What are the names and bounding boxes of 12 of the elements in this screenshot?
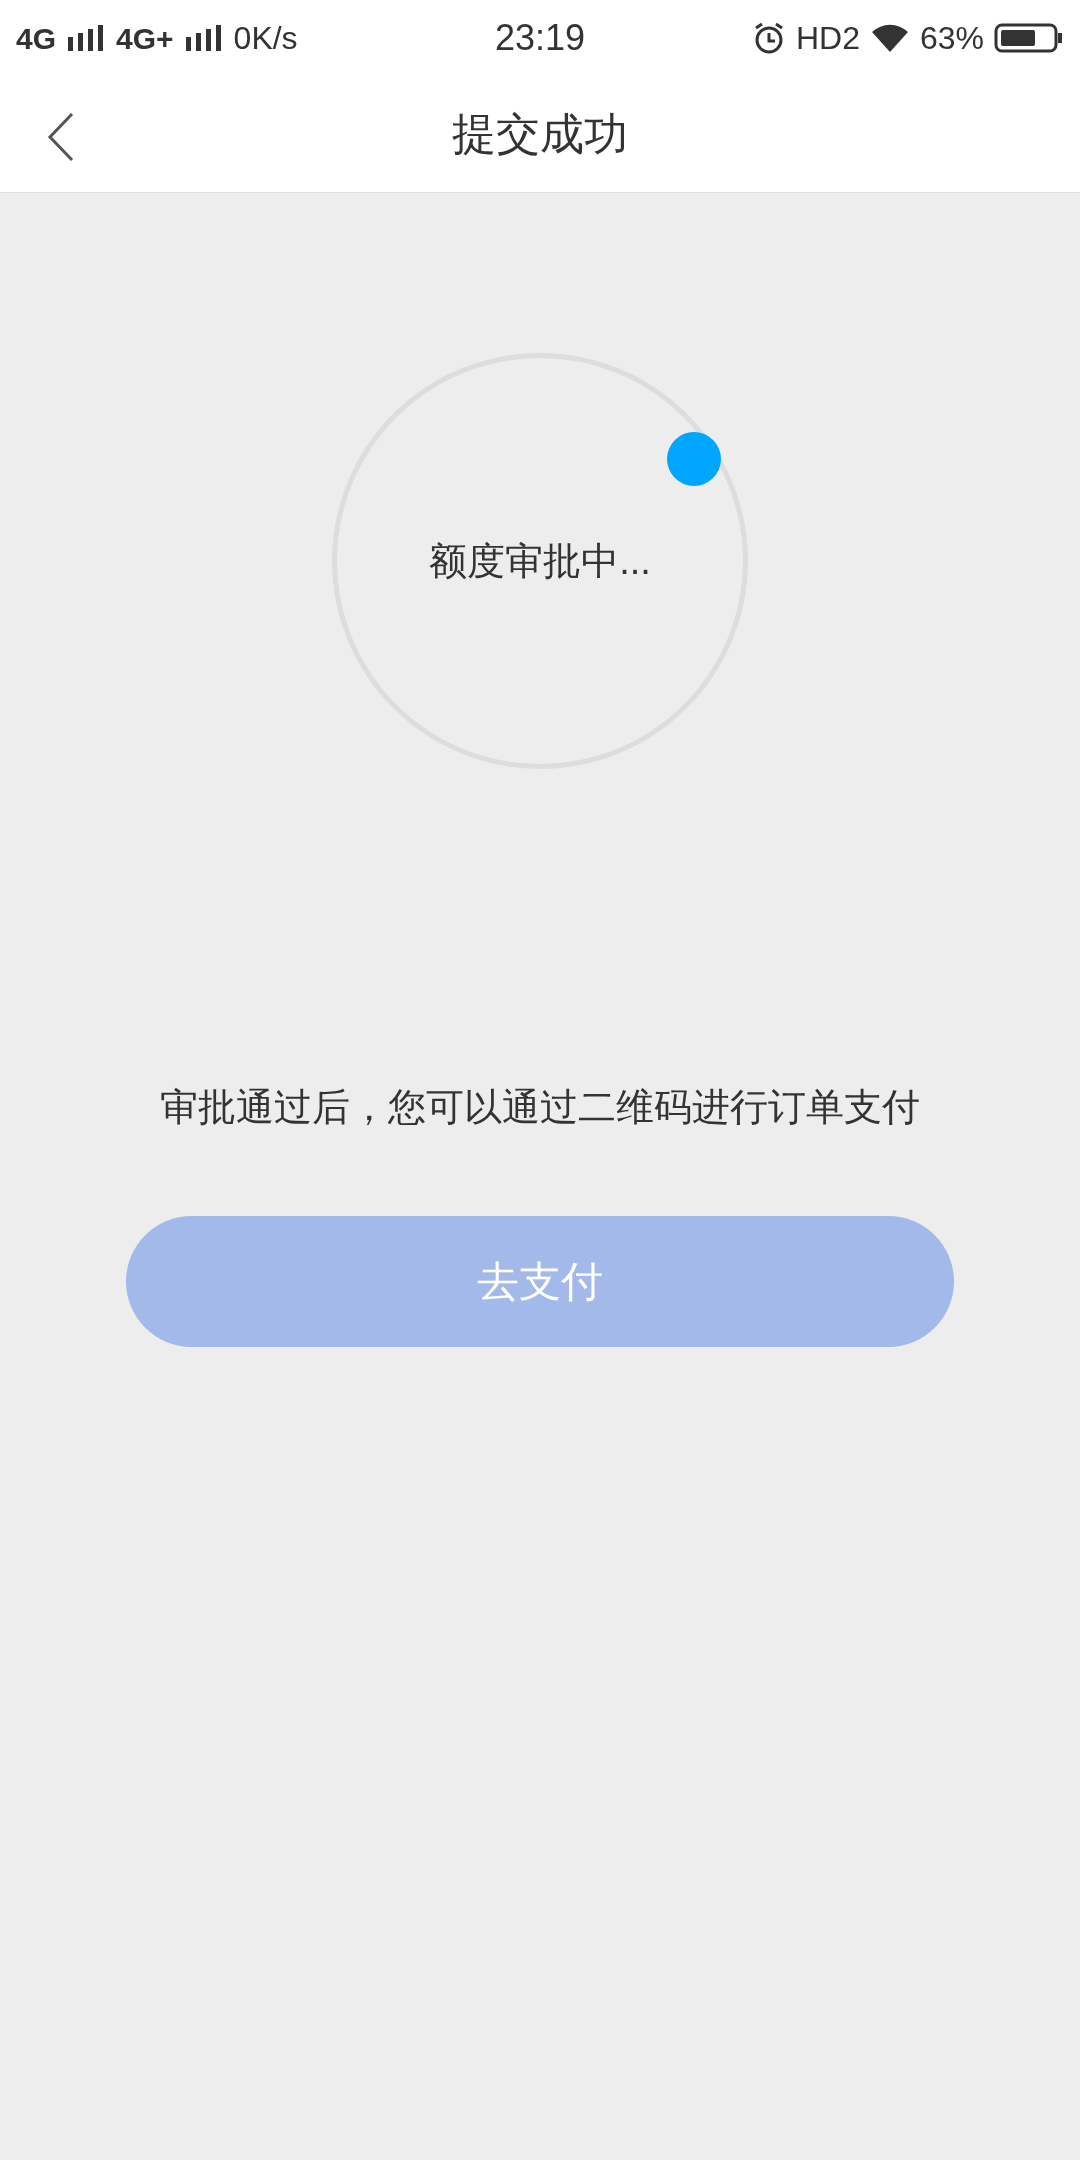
speed-label: 0K/s [233, 19, 298, 58]
status-label: 额度审批中... [429, 538, 651, 584]
network-label: 4G [16, 20, 57, 57]
page-title: 提交成功 [452, 108, 628, 160]
hd-label: HD2 [795, 19, 860, 58]
clock-time: 23:19 [494, 16, 586, 60]
signal-icon [183, 23, 224, 53]
battery-percent: 63% [919, 19, 984, 58]
network-label: 4G+ [116, 20, 174, 57]
battery-icon [994, 22, 1064, 54]
info-text: 审批通过后，您可以通过二维码进行订单支付 [159, 1085, 921, 1130]
wifi-icon [869, 22, 910, 54]
